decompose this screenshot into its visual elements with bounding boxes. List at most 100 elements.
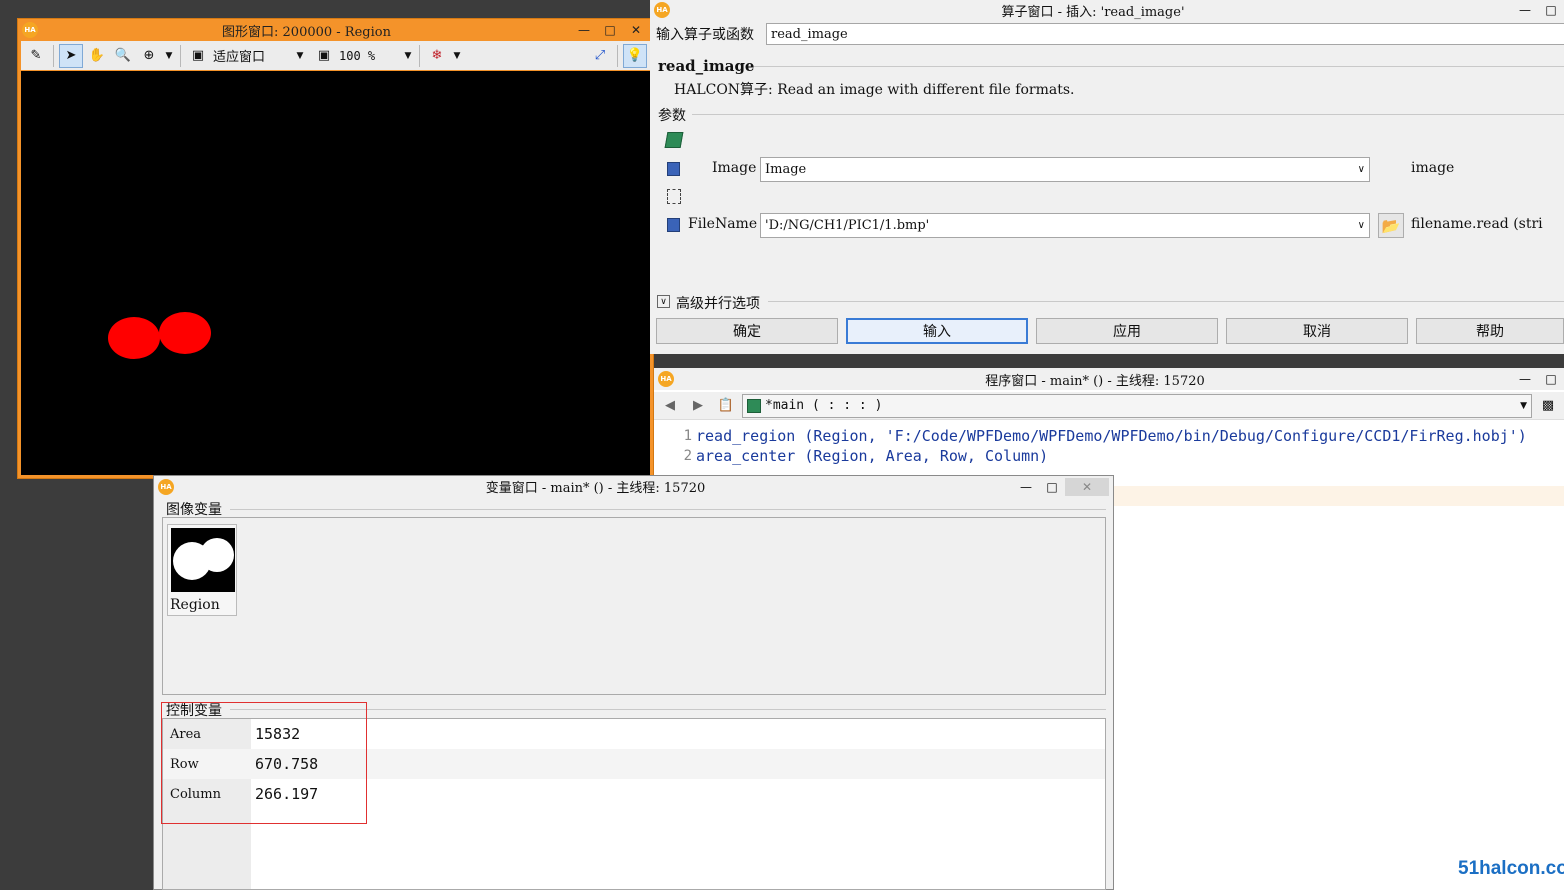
minimize-icon[interactable]: — bbox=[1512, 370, 1538, 388]
params-header: 参数 bbox=[658, 108, 686, 124]
advanced-options-label[interactable]: 高级并行选项 bbox=[676, 293, 760, 313]
graphics-window-title: 图形窗口: 200000 - Region bbox=[222, 24, 391, 40]
variable-window: HA 变量窗口 - main* () - 主线程: 15720 — □ ✕ 图像… bbox=[153, 475, 1114, 890]
chevron-down-icon[interactable]: ∨ bbox=[657, 295, 670, 308]
folder-open-icon[interactable]: 📂 bbox=[1378, 213, 1404, 238]
halcon-logo-icon: HA bbox=[658, 371, 674, 387]
image-param-icon bbox=[667, 162, 680, 176]
operator-window-title: 算子窗口 - 插入: 'read_image' bbox=[1001, 4, 1185, 20]
annotation-highlight-box bbox=[161, 702, 367, 824]
halcon-logo-icon: HA bbox=[158, 478, 174, 495]
forward-arrow-icon[interactable]: ▶ bbox=[686, 394, 710, 418]
variable-window-titlebar[interactable]: HA 变量窗口 - main* () - 主线程: 15720 — □ ✕ bbox=[154, 476, 1113, 497]
chevron-down-icon[interactable]: ∨ bbox=[1358, 220, 1365, 231]
3d-axis-icon[interactable]: ⤢ bbox=[588, 44, 612, 68]
divider bbox=[754, 66, 1564, 67]
procedure-icon bbox=[747, 398, 761, 413]
region-thumbnail bbox=[171, 528, 235, 592]
minimize-icon[interactable]: — bbox=[571, 21, 597, 39]
help-button[interactable]: 帮助 bbox=[1416, 318, 1564, 344]
zoom-in-icon[interactable]: ⊕ bbox=[137, 44, 161, 68]
thumbnail-graphic bbox=[173, 538, 234, 580]
zoom-icon[interactable]: ▣ bbox=[312, 44, 336, 68]
code-line[interactable]: 1 read_region (Region, 'F:/Code/WPFDemo/… bbox=[654, 426, 1527, 446]
param-filename-value: 'D:/NG/CH1/PIC1/1.bmp' bbox=[765, 218, 930, 233]
chevron-down-icon[interactable]: ▼ bbox=[451, 44, 463, 68]
region-blob bbox=[159, 312, 211, 354]
code-text: read_region (Region, 'F:/Code/WPFDemo/WP… bbox=[696, 427, 1527, 445]
edit-icon[interactable]: ✎ bbox=[24, 44, 48, 68]
iconic-var-name: Region bbox=[170, 597, 220, 613]
maximize-icon[interactable]: □ bbox=[1039, 478, 1065, 496]
chevron-down-icon[interactable]: ▼ bbox=[163, 44, 175, 68]
zoom-level[interactable]: 100 % bbox=[338, 44, 400, 68]
chevron-down-icon[interactable]: ▼ bbox=[294, 44, 306, 68]
minimize-icon[interactable]: — bbox=[1512, 1, 1538, 19]
program-window-title: 程序窗口 - main* () - 主线程: 15720 bbox=[985, 373, 1205, 389]
enter-button[interactable]: 输入 bbox=[846, 318, 1028, 344]
fit-window-icon[interactable]: ▣ bbox=[186, 44, 210, 68]
program-window-titlebar[interactable]: HA 程序窗口 - main* () - 主线程: 15720 — □ bbox=[654, 368, 1564, 390]
close-icon[interactable]: ✕ bbox=[623, 21, 649, 39]
program-toolbar: ◀ ▶ 📋 *main ( : : : ) ▼ ▩ bbox=[654, 392, 1564, 420]
param-type-filename: filename.read (stri bbox=[1411, 216, 1543, 232]
code-text: area_center (Region, Area, Row, Column) bbox=[696, 447, 1049, 465]
procedure-settings-icon[interactable]: ▩ bbox=[1536, 394, 1560, 418]
apply-button[interactable]: 应用 bbox=[1036, 318, 1218, 344]
graphics-window-titlebar[interactable]: HA 图形窗口: 200000 - Region — □ ✕ bbox=[18, 19, 653, 41]
current-line-highlight bbox=[1114, 486, 1564, 506]
hand-icon[interactable]: ✋ bbox=[85, 44, 109, 68]
close-icon[interactable]: ✕ bbox=[1065, 477, 1109, 496]
param-filename-select[interactable]: 'D:/NG/CH1/PIC1/1.bmp' ∨ bbox=[760, 213, 1370, 238]
toolbar-separator bbox=[53, 44, 54, 67]
fit-window-button[interactable]: 适应窗口 bbox=[212, 44, 292, 68]
line-number: 2 bbox=[683, 448, 692, 464]
iconic-var-item[interactable]: Region bbox=[167, 524, 237, 616]
watermark: 51halcon.com bbox=[1458, 858, 1564, 879]
chevron-down-icon[interactable]: ∨ bbox=[1358, 164, 1365, 175]
pointer-icon[interactable]: ➤ bbox=[59, 43, 83, 68]
code-line[interactable]: 2 area_center (Region, Area, Row, Column… bbox=[654, 446, 1049, 466]
back-arrow-icon[interactable]: ◀ bbox=[658, 394, 682, 418]
iconic-input-icon bbox=[664, 132, 684, 148]
variable-window-title: 变量窗口 - main* () - 主线程: 15720 bbox=[485, 481, 706, 496]
param-image-select[interactable]: Image ∨ bbox=[760, 157, 1370, 182]
halcon-logo-icon: HA bbox=[22, 22, 38, 38]
region-display bbox=[108, 312, 211, 359]
iconic-vars-panel: Region bbox=[162, 517, 1106, 695]
toolbar-separator bbox=[617, 44, 618, 67]
chevron-down-icon[interactable]: ▼ bbox=[1520, 401, 1527, 411]
line-number: 1 bbox=[683, 428, 692, 444]
cancel-button[interactable]: 取消 bbox=[1226, 318, 1408, 344]
divider bbox=[692, 114, 1564, 115]
operator-window: HA 算子窗口 - 插入: 'read_image' — □ 输入算子或函数 r… bbox=[650, 0, 1564, 354]
param-image-value: Image bbox=[765, 162, 807, 177]
clipboard-icon[interactable]: 📋 bbox=[714, 394, 738, 418]
halcon-logo-icon: HA bbox=[654, 2, 670, 18]
region-blob bbox=[108, 317, 160, 359]
operator-description: HALCON算子: Read an image with different f… bbox=[674, 82, 1075, 98]
color-tool-icon[interactable]: ❄ bbox=[425, 44, 449, 68]
graphics-window: HA 图形窗口: 200000 - Region — □ ✕ ✎ ➤ ✋ 🔍 ⊕… bbox=[17, 18, 654, 479]
operator-search-label: 输入算子或函数 bbox=[656, 27, 754, 43]
graphics-toolbar: ✎ ➤ ✋ 🔍 ⊕ ▼ ▣ 适应窗口 ▼ ▣ 100 % ▼ ❄ ▼ ⤢ 💡 bbox=[21, 41, 650, 70]
graphics-canvas[interactable] bbox=[21, 71, 650, 475]
toolbar-separator bbox=[180, 44, 181, 67]
maximize-icon[interactable]: □ bbox=[1538, 1, 1564, 19]
iconic-vars-header: 图像变量 bbox=[166, 502, 222, 518]
param-name-filename: FileName bbox=[688, 216, 758, 232]
lightbulb-icon[interactable]: 💡 bbox=[623, 43, 647, 68]
ok-button[interactable]: 确定 bbox=[656, 318, 838, 344]
chevron-down-icon[interactable]: ▼ bbox=[402, 44, 414, 68]
maximize-icon[interactable]: □ bbox=[597, 21, 623, 39]
control-input-icon bbox=[667, 189, 681, 204]
divider bbox=[230, 509, 1106, 510]
filename-param-icon bbox=[667, 218, 680, 232]
procedure-select[interactable]: *main ( : : : ) ▼ bbox=[742, 393, 1532, 418]
operator-search-input[interactable]: read_image bbox=[766, 23, 1564, 45]
divider bbox=[768, 301, 1564, 302]
operator-window-titlebar[interactable]: HA 算子窗口 - 插入: 'read_image' — □ bbox=[650, 0, 1564, 20]
magnifier-icon[interactable]: 🔍 bbox=[111, 44, 135, 68]
maximize-icon[interactable]: □ bbox=[1538, 370, 1564, 388]
minimize-icon[interactable]: — bbox=[1013, 478, 1039, 496]
